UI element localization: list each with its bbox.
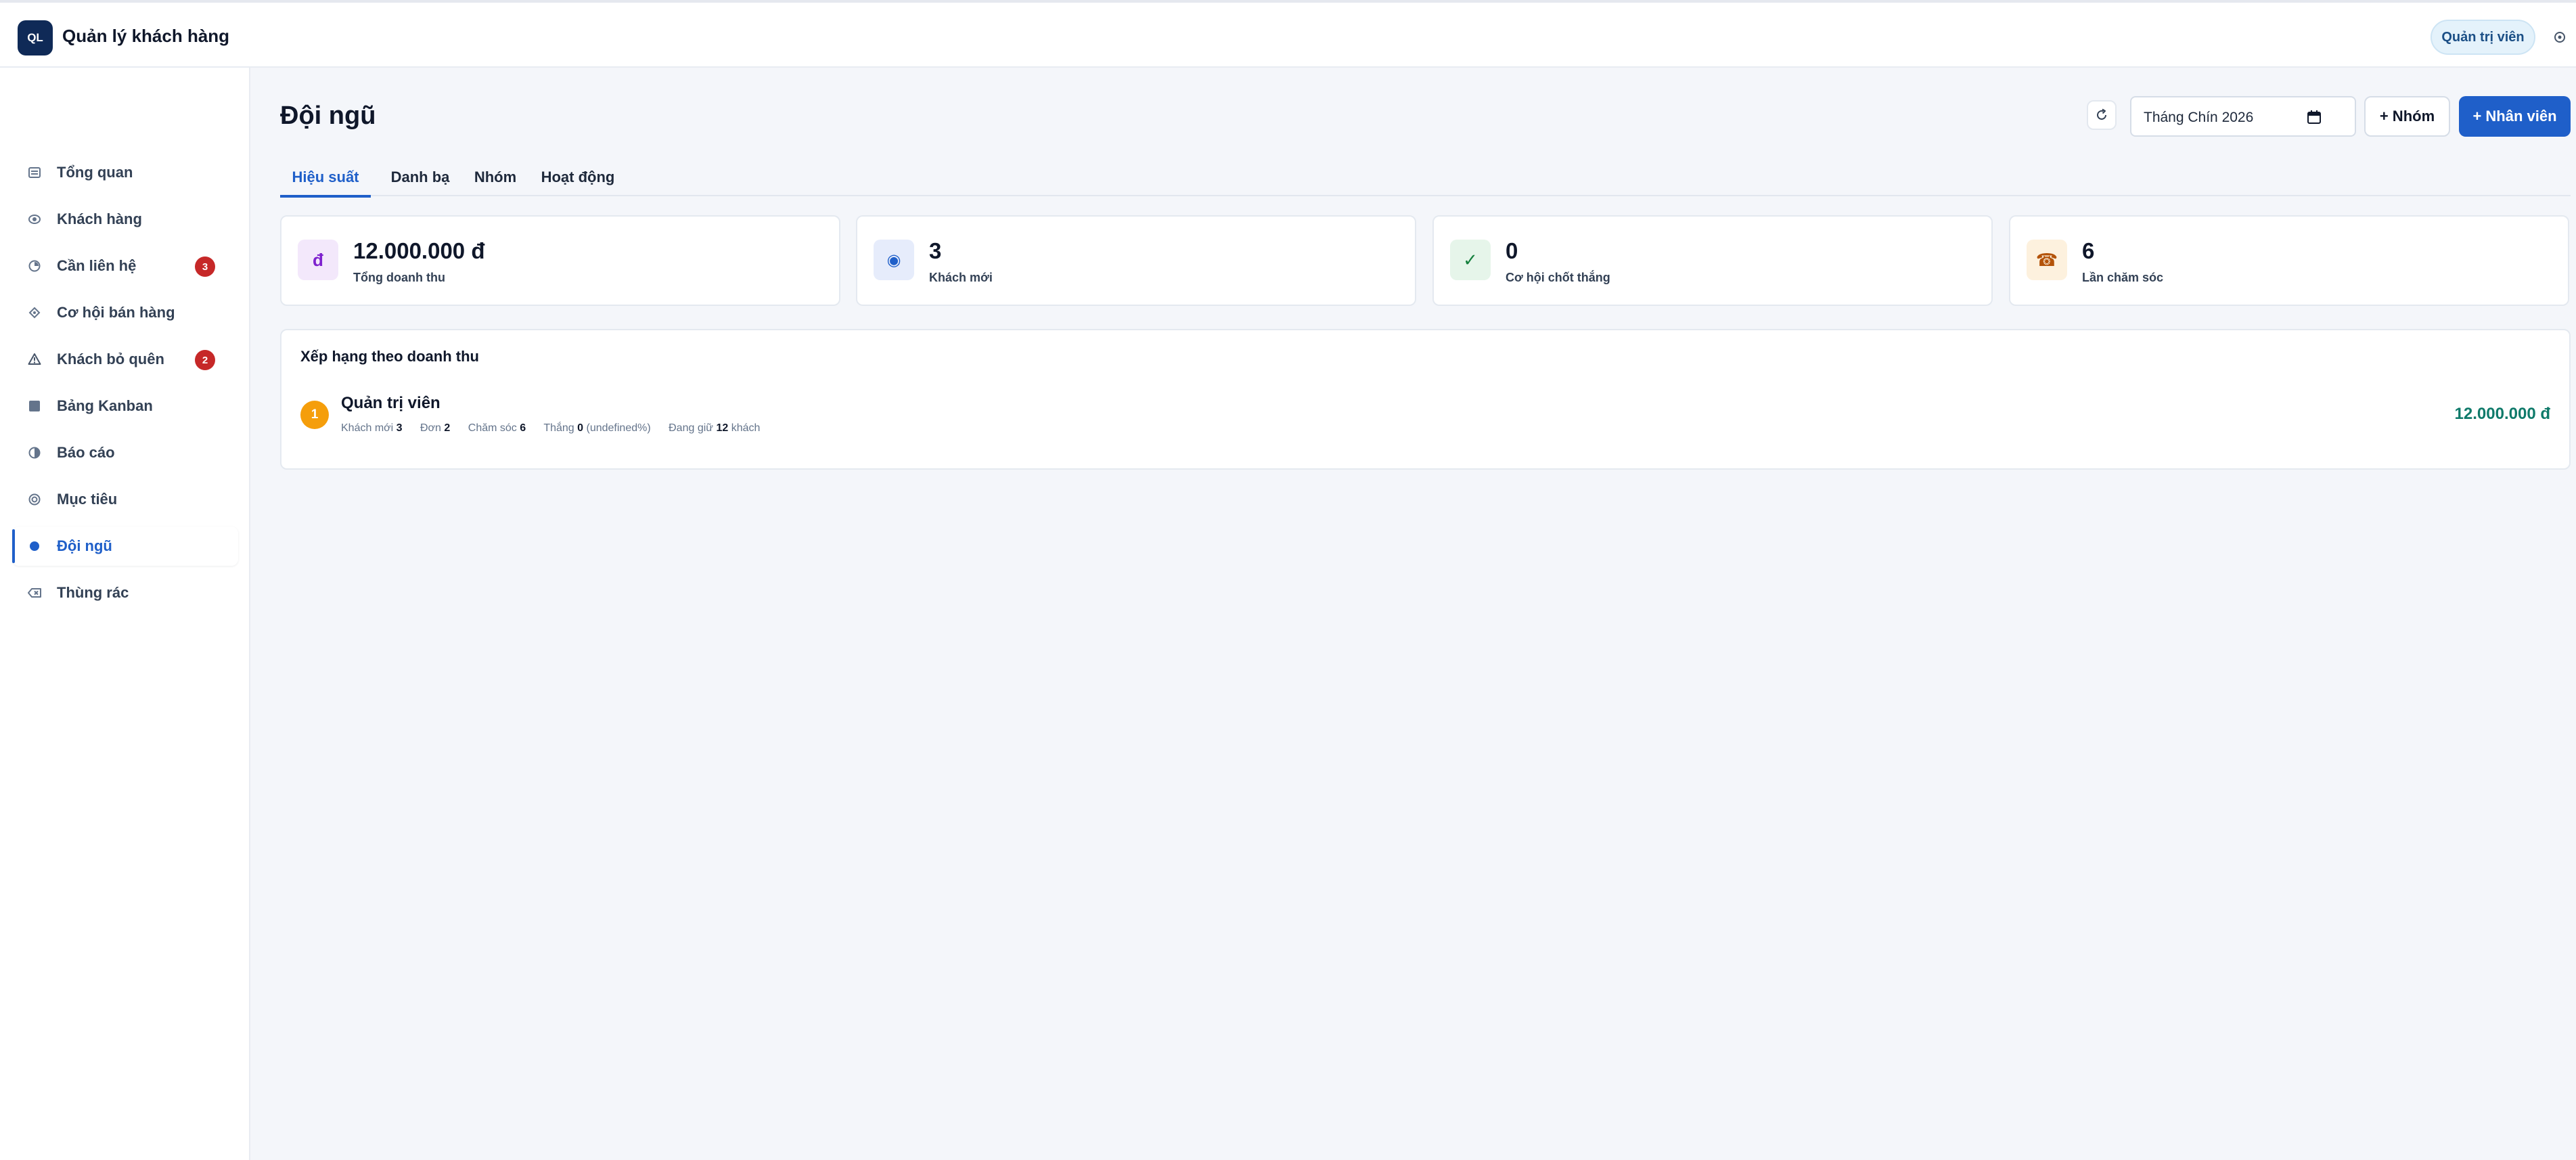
trash-icon xyxy=(27,585,42,600)
tab-performance[interactable]: Hiệu suất xyxy=(280,158,371,198)
goal-icon xyxy=(27,492,42,507)
overview-icon xyxy=(27,165,42,180)
kpi-card-new-customers: ◉ 3 Khách mới xyxy=(856,215,1416,306)
stat-suffix: (undefined%) xyxy=(586,422,651,434)
check-icon: ✓ xyxy=(1450,240,1491,280)
stat-holding: Đang giữ 12 khách xyxy=(669,422,760,434)
count-badge: 3 xyxy=(195,256,215,277)
sidebar-item-reports[interactable]: Báo cáo xyxy=(12,433,238,472)
stat-value: 3 xyxy=(396,422,403,434)
phone-icon: ☎ xyxy=(2027,240,2067,280)
tab-bar: Hiệu suất Danh bạ Nhóm Hoạt động xyxy=(280,158,2571,198)
stat-suffix: khách xyxy=(731,422,761,434)
calendar-icon[interactable] xyxy=(2306,109,2322,125)
sidebar-item-trash[interactable]: Thùng rác xyxy=(12,573,238,612)
settings-button[interactable] xyxy=(2550,27,2570,47)
stat-label: Chăm sóc xyxy=(468,422,517,434)
report-icon xyxy=(27,445,42,460)
kpi-value: 12.000.000 đ xyxy=(353,238,485,263)
sidebar-item-team[interactable]: Đội ngũ xyxy=(12,527,238,566)
ranking-title: Xếp hạng theo doanh thu xyxy=(300,348,479,365)
sidebar-item-goals[interactable]: Mục tiêu xyxy=(12,480,238,519)
stat-orders: Đơn 2 xyxy=(420,422,450,434)
stat-value: 2 xyxy=(444,422,451,434)
sidebar-item-overview[interactable]: Tổng quan xyxy=(12,153,238,192)
sidebar-item-label: Khách hàng xyxy=(57,210,142,227)
kanban-icon xyxy=(27,399,42,414)
kpi-label: Khách mới xyxy=(929,271,993,284)
kpi-label: Cơ hội chốt thắng xyxy=(1506,271,1610,284)
new-customer-icon: ◉ xyxy=(874,240,914,280)
stat-care: Chăm sóc 6 xyxy=(468,422,526,434)
staff-name: Quản trị viên xyxy=(341,394,440,412)
sidebar-item-label: Cần liên hệ xyxy=(57,257,137,274)
refresh-icon xyxy=(2097,108,2106,120)
currency-icon: đ xyxy=(298,240,338,280)
kpi-label: Tổng doanh thu xyxy=(353,271,445,284)
stat-won: Thắng 0 (undefined%) xyxy=(543,422,650,434)
sidebar-item-label: Đội ngũ xyxy=(57,537,112,554)
gear-icon xyxy=(2554,32,2565,43)
sidebar-item-label: Báo cáo xyxy=(57,444,115,461)
kpi-value: 3 xyxy=(929,238,942,263)
kpi-value: 6 xyxy=(2082,238,2095,263)
customers-icon xyxy=(27,212,42,227)
clock-icon xyxy=(27,259,42,273)
sidebar-item-label: Mục tiêu xyxy=(57,491,118,508)
sidebar-item-forgotten-customers[interactable]: Khách bỏ quên 2 xyxy=(12,340,238,379)
stat-value: 12 xyxy=(716,422,729,434)
stat-label: Thắng xyxy=(543,422,574,434)
kpi-value: 0 xyxy=(1506,238,1518,263)
add-group-button[interactable]: + Nhóm xyxy=(2364,96,2450,137)
kpi-card-care-count: ☎ 6 Lần chăm sóc xyxy=(2009,215,2569,306)
sidebar-item-customers[interactable]: Khách hàng xyxy=(12,200,238,239)
stat-value: 6 xyxy=(520,422,526,434)
tab-groups[interactable]: Nhóm xyxy=(467,158,524,196)
target-icon xyxy=(27,305,42,320)
kpi-label: Lần chăm sóc xyxy=(2082,271,2164,284)
sidebar-item-label: Thùng rác xyxy=(57,584,129,601)
stat-label: Khách mới xyxy=(341,422,394,434)
sidebar-item-opportunities[interactable]: Cơ hội bán hàng xyxy=(12,293,238,332)
sidebar-item-kanban[interactable]: Bảng Kanban xyxy=(12,386,238,426)
app-logo[interactable]: QL xyxy=(18,20,53,55)
sidebar-item-contact-needed[interactable]: Cần liên hệ 3 xyxy=(12,246,238,286)
count-badge: 2 xyxy=(195,350,215,370)
sidebar-item-label: Bảng Kanban xyxy=(57,397,153,414)
warning-icon xyxy=(27,352,42,367)
rank-number: 1 xyxy=(300,401,329,429)
app-title: Quản lý khách hàng xyxy=(62,26,230,46)
stat-value: 0 xyxy=(577,422,584,434)
stat-label: Đơn xyxy=(420,422,441,434)
tab-directory[interactable]: Danh bạ xyxy=(383,158,457,196)
month-picker-value: Tháng Chín 2026 xyxy=(2144,110,2254,125)
sidebar-item-label: Khách bỏ quên xyxy=(57,351,164,367)
stat-new-customers: Khách mới 3 xyxy=(341,422,403,434)
staff-stats: Khách mới 3 Đơn 2 Chăm sóc 6 Thắng 0 (un… xyxy=(341,422,775,434)
sidebar-item-label: Tổng quan xyxy=(57,164,133,181)
staff-revenue: 12.000.000 đ xyxy=(2454,405,2550,423)
sidebar-item-label: Cơ hội bán hàng xyxy=(57,304,175,321)
tab-activity[interactable]: Hoạt động xyxy=(536,158,620,196)
stat-label: Đang giữ xyxy=(669,422,713,434)
refresh-button[interactable] xyxy=(2087,100,2117,130)
sidebar: Tổng quan Khách hàng Cần liên hệ 3 Cơ hộ… xyxy=(0,68,250,1160)
user-role-button[interactable]: Quản trị viên xyxy=(2431,20,2535,55)
kpi-card-revenue: đ 12.000.000 đ Tổng doanh thu xyxy=(280,215,840,306)
revenue-ranking-card: Xếp hạng theo doanh thu 1 Quản trị viên … xyxy=(280,329,2571,470)
team-icon xyxy=(27,539,42,554)
top-bar: QL Quản lý khách hàng Quản trị viên xyxy=(0,0,2576,68)
page-title: Đội ngũ xyxy=(280,102,376,130)
month-picker-input[interactable]: Tháng Chín 2026 xyxy=(2130,96,2356,137)
add-staff-button[interactable]: + Nhân viên xyxy=(2459,96,2571,137)
kpi-card-won-deals: ✓ 0 Cơ hội chốt thắng xyxy=(1432,215,1993,306)
